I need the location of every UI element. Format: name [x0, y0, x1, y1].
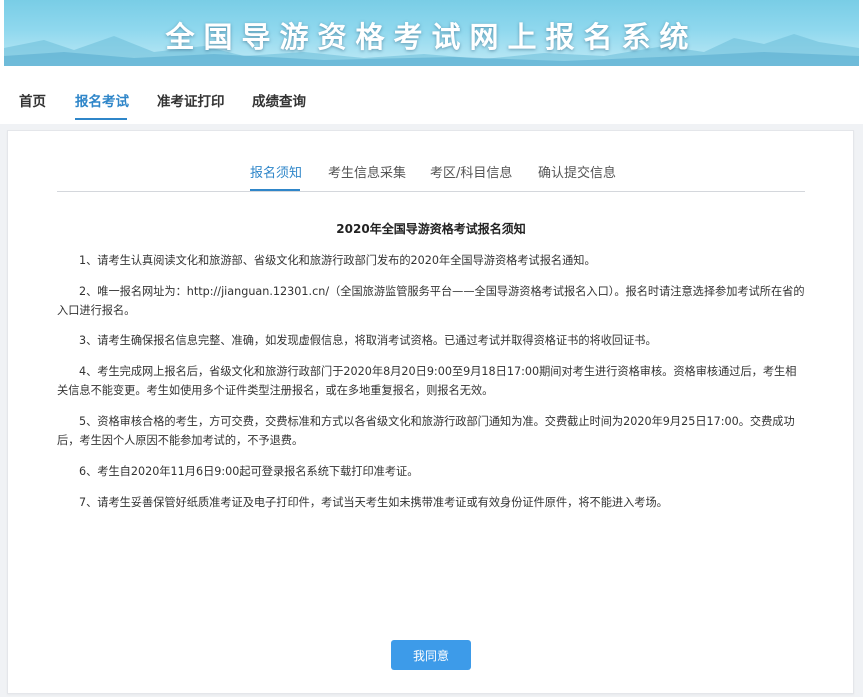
notice-paragraph: 3、请考生确保报名信息完整、准确，如发现虚假信息，将取消考试资格。已通过考试并取… [79, 334, 657, 347]
nav-item-registration[interactable]: 报名考试 [75, 90, 129, 110]
tab-candidate-info[interactable]: 考生信息采集 [328, 162, 406, 181]
tab-active-indicator [250, 189, 300, 191]
nav-active-indicator [75, 118, 127, 120]
notice-title: 2020年全国导游资格考试报名须知 [336, 222, 526, 236]
header-banner: 全国导游资格考试网上报名系统 [4, 0, 859, 66]
nav-item-admission-ticket[interactable]: 准考证打印 [157, 90, 225, 110]
nav-item-home[interactable]: 首页 [19, 90, 46, 110]
notice-paragraph: 4、考生完成网上报名后，省级文化和旅游行政部门于2020年8月20日9:00至9… [57, 365, 797, 397]
notice-paragraph: 6、考生自2020年11月6日9:00起可登录报名系统下载打印准考证。 [79, 465, 419, 478]
notice-paragraph: 2、唯一报名网址为：http://jianguan.12301.cn/（全国旅游… [57, 285, 805, 317]
system-title: 全国导游资格考试网上报名系统 [165, 20, 698, 54]
step-tabs: 报名须知 考生信息采集 考区/科目信息 确认提交信息 [57, 148, 805, 192]
tab-exam-area-subject[interactable]: 考区/科目信息 [430, 162, 512, 181]
agree-button[interactable]: 我同意 [391, 640, 471, 670]
main-nav: 首页 报名考试 准考证打印 成绩查询 [4, 66, 859, 125]
notice-paragraph: 7、请考生妥善保管好纸质准考证及电子打印件，考试当天考生如未携带准考证或有效身份… [79, 496, 668, 509]
tab-confirm-submit[interactable]: 确认提交信息 [538, 162, 616, 181]
notice-paragraph: 5、资格审核合格的考生，方可交费，交费标准和方式以各省级文化和旅游行政部门通知为… [57, 415, 795, 447]
tab-notice[interactable]: 报名须知 [250, 162, 302, 181]
notice-paragraph: 1、请考生认真阅读文化和旅游部、省级文化和旅游行政部门发布的2020年全国导游资… [79, 254, 596, 267]
nav-item-score-query[interactable]: 成绩查询 [252, 90, 306, 110]
